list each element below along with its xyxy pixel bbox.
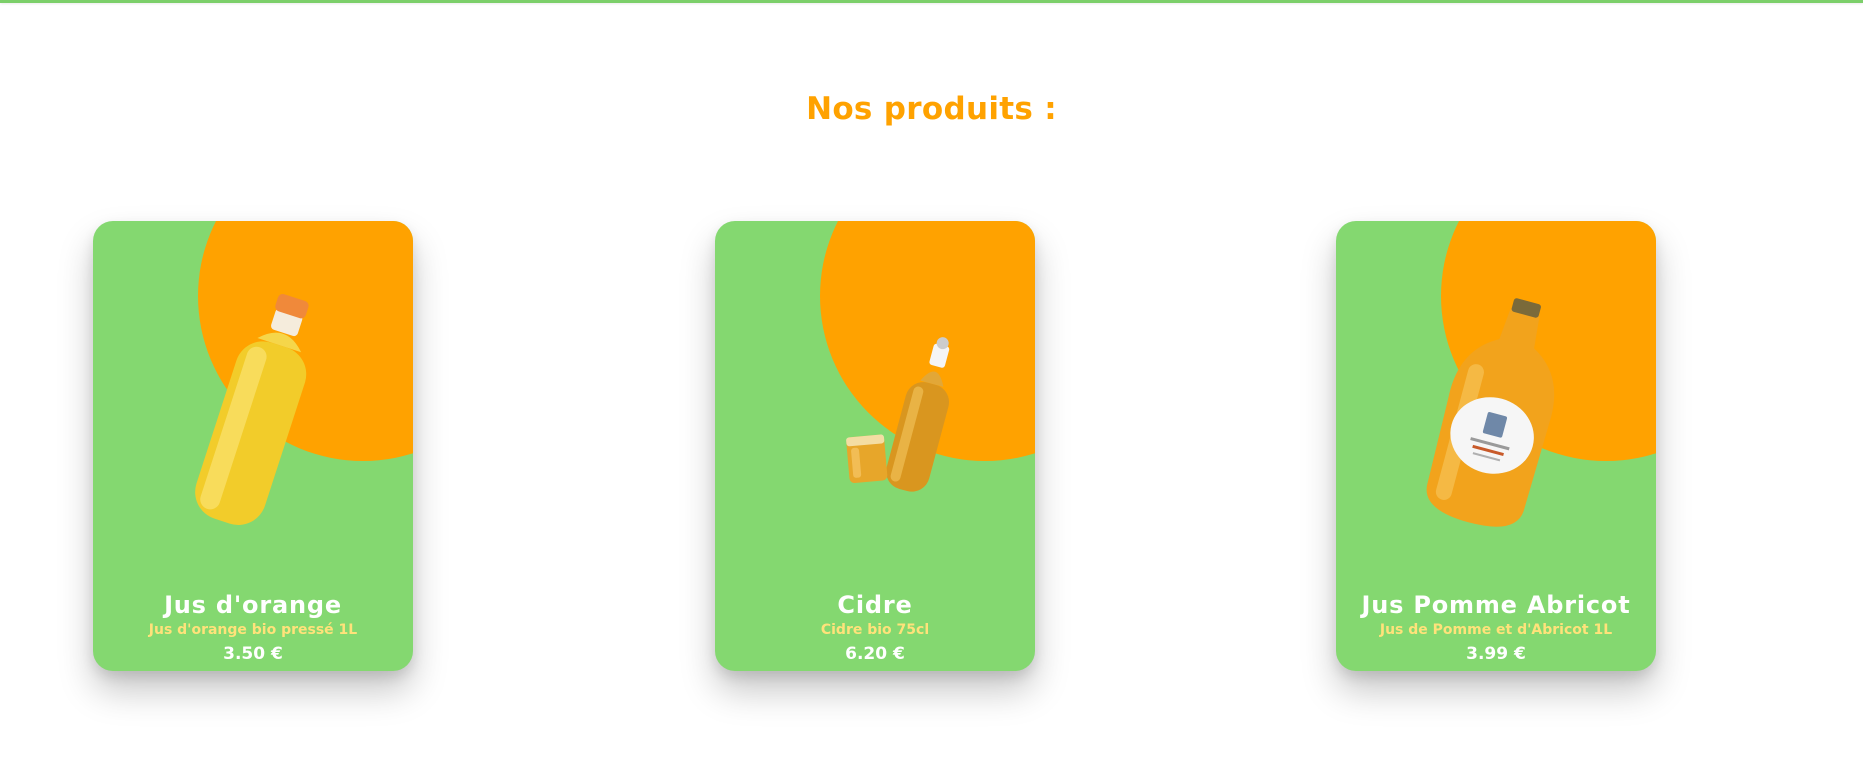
product-description: Jus de Pomme et d'Abricot 1L xyxy=(1379,622,1613,638)
product-price: 3.99 € xyxy=(1466,644,1526,664)
product-card-apple-apricot-juice[interactable]: Jus Pomme Abricot Jus de Pomme et d'Abri… xyxy=(1336,221,1656,671)
product-price: 6.20 € xyxy=(845,644,905,664)
top-divider xyxy=(0,0,1863,3)
product-name: Jus Pomme Abricot xyxy=(1361,591,1631,619)
apple-apricot-juice-bottle-icon xyxy=(1426,298,1555,527)
product-description: Jus d'orange bio pressé 1L xyxy=(148,622,358,638)
product-card-orange-juice[interactable]: Jus d'orange Jus d'orange bio pressé 1L … xyxy=(93,221,413,671)
product-name: Cidre xyxy=(837,591,913,619)
section-title: Nos produits : xyxy=(806,91,1057,127)
product-name: Jus d'orange xyxy=(164,591,342,619)
cider-bottle-and-glass-icon xyxy=(846,337,950,492)
orange-juice-bottle-icon xyxy=(195,293,309,525)
product-price: 3.50 € xyxy=(223,644,283,664)
product-card-cider[interactable]: Cidre Cidre bio 75cl 6.20 € xyxy=(715,221,1035,671)
product-description: Cidre bio 75cl xyxy=(820,622,930,638)
